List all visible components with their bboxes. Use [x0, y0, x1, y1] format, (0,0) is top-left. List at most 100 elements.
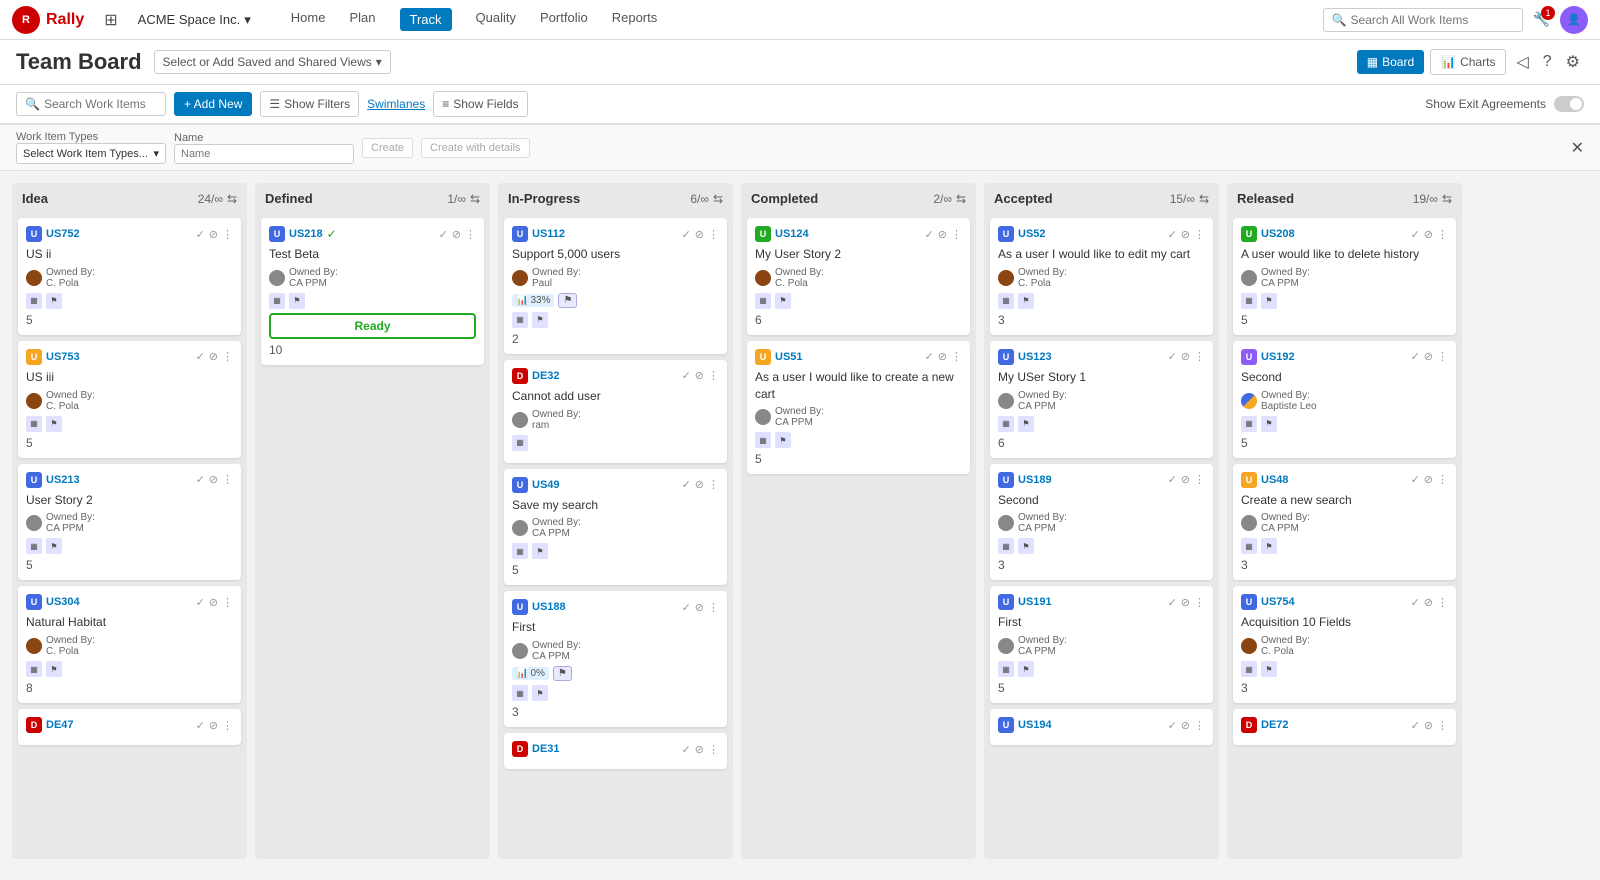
- grid-icon[interactable]: ⊞: [104, 10, 117, 30]
- tag-icon-2[interactable]: ⚑: [46, 538, 62, 554]
- more-icon[interactable]: ⋮: [1437, 228, 1448, 241]
- more-icon[interactable]: ⋮: [1194, 473, 1205, 486]
- check-icon[interactable]: ✓: [1168, 596, 1177, 609]
- column-arrows[interactable]: ⇆: [470, 192, 480, 206]
- check-icon[interactable]: ✓: [1411, 228, 1420, 241]
- more-icon[interactable]: ⋮: [708, 478, 719, 491]
- nav-quality[interactable]: Quality: [476, 8, 516, 31]
- global-search-input[interactable]: [1351, 13, 1511, 27]
- card-id[interactable]: US754: [1261, 596, 1295, 608]
- tag-icon-2[interactable]: ⚑: [775, 293, 791, 309]
- card[interactable]: U US123 ✓ ⊘ ⋮ My USer Story 1 Owned By:: [990, 341, 1213, 458]
- tag-icon-2[interactable]: ⚑: [46, 661, 62, 677]
- tag-icon-2[interactable]: ⚑: [46, 416, 62, 432]
- check-icon[interactable]: ✓: [682, 478, 691, 491]
- create-with-details-button[interactable]: Create with details: [421, 138, 530, 158]
- block-icon[interactable]: ⊘: [452, 228, 461, 241]
- tag-icon-1[interactable]: ▦: [998, 416, 1014, 432]
- card-id[interactable]: US213: [46, 474, 80, 486]
- card-id[interactable]: US208: [1261, 228, 1295, 240]
- card-id[interactable]: DE32: [532, 370, 560, 382]
- tag-icon-1[interactable]: ▦: [998, 538, 1014, 554]
- gear-icon[interactable]: ⚙: [1562, 48, 1584, 76]
- card-id[interactable]: US49: [532, 479, 560, 491]
- card[interactable]: D DE47 ✓ ⊘ ⋮: [18, 709, 241, 745]
- check-icon[interactable]: ✓: [682, 601, 691, 614]
- card-id[interactable]: US52: [1018, 228, 1046, 240]
- card[interactable]: D DE31 ✓ ⊘ ⋮: [504, 733, 727, 769]
- column-arrows[interactable]: ⇆: [227, 192, 237, 206]
- tag-icon-1[interactable]: ▦: [512, 685, 528, 701]
- settings-icon[interactable]: 🔧 1: [1533, 11, 1550, 28]
- tag-icon-2[interactable]: ⚑: [775, 432, 791, 448]
- block-icon[interactable]: ⊘: [1424, 473, 1433, 486]
- more-icon[interactable]: ⋮: [708, 369, 719, 382]
- card[interactable]: U US218 ✓ ✓ ⊘ ⋮ Test Beta Owned By:: [261, 218, 484, 365]
- tag-icon-1[interactable]: ▦: [26, 416, 42, 432]
- card-id[interactable]: US218: [289, 228, 323, 240]
- tag-icon-1[interactable]: ▦: [755, 293, 771, 309]
- block-icon[interactable]: ⊘: [938, 350, 947, 363]
- column-arrows[interactable]: ⇆: [1442, 192, 1452, 206]
- check-icon[interactable]: ✓: [1411, 719, 1420, 732]
- column-arrows[interactable]: ⇆: [956, 192, 966, 206]
- card-id[interactable]: US48: [1261, 474, 1289, 486]
- tag-icon-1[interactable]: ▦: [26, 538, 42, 554]
- more-icon[interactable]: ⋮: [1437, 473, 1448, 486]
- more-icon[interactable]: ⋮: [222, 596, 233, 609]
- block-icon[interactable]: ⊘: [209, 350, 218, 363]
- more-icon[interactable]: ⋮: [951, 228, 962, 241]
- card[interactable]: U US754 ✓ ⊘ ⋮ Acquisition 10 Fields Owne…: [1233, 586, 1456, 703]
- card-id[interactable]: US123: [1018, 351, 1052, 363]
- nav-reports[interactable]: Reports: [612, 8, 658, 31]
- column-arrows[interactable]: ⇆: [713, 192, 723, 206]
- tag-icon-1[interactable]: ▦: [26, 661, 42, 677]
- tag-icon-1[interactable]: ▦: [512, 435, 528, 451]
- card-id[interactable]: US752: [46, 228, 80, 240]
- check-icon[interactable]: ✓: [1411, 473, 1420, 486]
- check-icon[interactable]: ✓: [196, 596, 205, 609]
- card-id[interactable]: US189: [1018, 474, 1052, 486]
- block-icon[interactable]: ⊘: [209, 596, 218, 609]
- block-icon[interactable]: ⊘: [209, 228, 218, 241]
- more-icon[interactable]: ⋮: [708, 228, 719, 241]
- check-icon[interactable]: ✓: [196, 473, 205, 486]
- tag-icon-1[interactable]: ▦: [998, 293, 1014, 309]
- company-name[interactable]: ACME Space Inc. ▾: [138, 12, 251, 28]
- block-icon[interactable]: ⊘: [695, 601, 704, 614]
- card-id[interactable]: DE47: [46, 719, 74, 731]
- card[interactable]: U US124 ✓ ⊘ ⋮ My User Story 2 Owned By:: [747, 218, 970, 335]
- check-icon[interactable]: ✓: [1411, 596, 1420, 609]
- card[interactable]: U US48 ✓ ⊘ ⋮ Create a new search Owned B…: [1233, 464, 1456, 581]
- more-icon[interactable]: ⋮: [222, 473, 233, 486]
- card[interactable]: U US52 ✓ ⊘ ⋮ As a user I would like to e…: [990, 218, 1213, 335]
- card[interactable]: U US189 ✓ ⊘ ⋮ Second Owned By:: [990, 464, 1213, 581]
- more-icon[interactable]: ⋮: [708, 743, 719, 756]
- card-id[interactable]: US753: [46, 351, 80, 363]
- charts-button[interactable]: 📊 Charts: [1430, 49, 1506, 75]
- more-icon[interactable]: ⋮: [1194, 596, 1205, 609]
- block-icon[interactable]: ⊘: [1424, 719, 1433, 732]
- check-icon[interactable]: ✓: [439, 228, 448, 241]
- check-icon[interactable]: ✓: [1168, 719, 1177, 732]
- card[interactable]: U US194 ✓ ⊘ ⋮: [990, 709, 1213, 745]
- block-icon[interactable]: ⊘: [938, 228, 947, 241]
- nav-track[interactable]: Track: [400, 8, 452, 31]
- block-icon[interactable]: ⊘: [1424, 350, 1433, 363]
- tag-icon-2[interactable]: ⚑: [1018, 538, 1034, 554]
- more-icon[interactable]: ⋮: [222, 719, 233, 732]
- create-button[interactable]: Create: [362, 138, 413, 158]
- help-icon[interactable]: ?: [1539, 49, 1556, 75]
- tag-icon-2[interactable]: ⚑: [1261, 293, 1277, 309]
- more-icon[interactable]: ⋮: [1437, 350, 1448, 363]
- nav-home[interactable]: Home: [291, 8, 326, 31]
- check-icon[interactable]: ✓: [925, 350, 934, 363]
- block-icon[interactable]: ⊘: [695, 478, 704, 491]
- tag-icon-1[interactable]: ▦: [755, 432, 771, 448]
- global-search[interactable]: 🔍: [1323, 8, 1523, 32]
- card[interactable]: D DE72 ✓ ⊘ ⋮: [1233, 709, 1456, 745]
- more-icon[interactable]: ⋮: [1437, 719, 1448, 732]
- check-icon[interactable]: ✓: [1168, 473, 1177, 486]
- show-fields-button[interactable]: ≡ Show Fields: [433, 91, 527, 117]
- nav-portfolio[interactable]: Portfolio: [540, 8, 588, 31]
